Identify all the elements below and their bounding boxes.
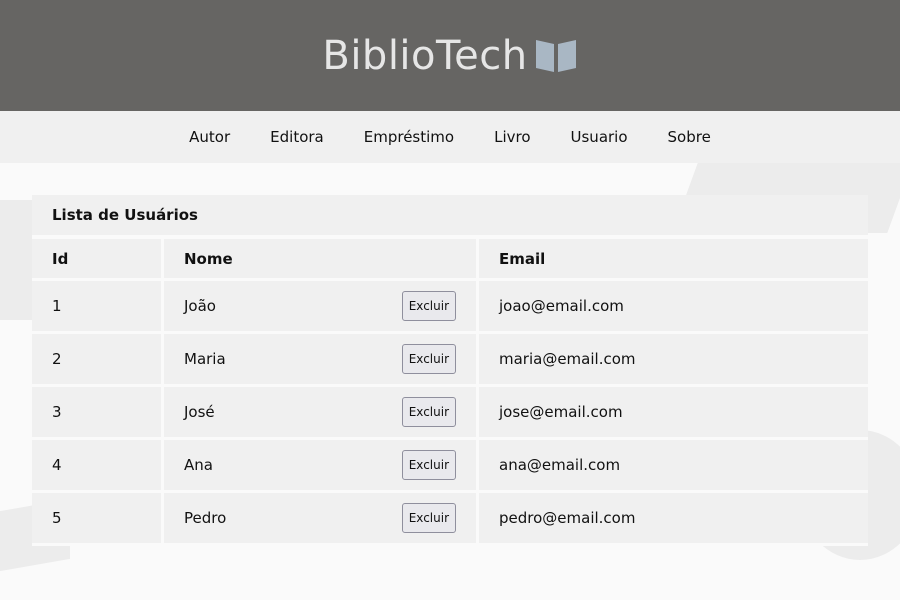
cell-id: 5 [32, 493, 164, 546]
open-book-icon [535, 39, 576, 72]
table-header-row: Id Nome Email [32, 239, 868, 281]
main-nav: Autor Editora Empréstimo Livro Usuario S… [0, 111, 900, 163]
nav-item-livro[interactable]: Livro [474, 128, 550, 146]
delete-button[interactable]: Excluir [401, 344, 456, 374]
table-row: 4 Ana Excluir ana@email.com [32, 440, 868, 493]
cell-nome: José Excluir [164, 387, 479, 440]
user-name: Maria [184, 350, 226, 368]
delete-button[interactable]: Excluir [401, 291, 456, 321]
header-bar: BiblioTech [0, 0, 900, 111]
cell-id: 2 [32, 334, 164, 387]
card-title: Lista de Usuários [32, 195, 868, 235]
logo[interactable]: BiblioTech [322, 33, 577, 79]
table-row: 1 João Excluir joao@email.com [32, 281, 868, 334]
nav-item-autor[interactable]: Autor [169, 128, 250, 146]
nav-item-sobre[interactable]: Sobre [648, 128, 731, 146]
cell-email: pedro@email.com [479, 493, 868, 546]
cell-email: jose@email.com [479, 387, 868, 440]
user-name: Ana [184, 456, 213, 474]
user-name: Pedro [184, 509, 227, 527]
cell-id: 4 [32, 440, 164, 493]
column-header-email: Email [479, 239, 868, 281]
cell-id: 3 [32, 387, 164, 440]
column-header-id: Id [32, 239, 164, 281]
logo-text: BiblioTech [322, 32, 528, 79]
delete-button[interactable]: Excluir [401, 450, 456, 480]
users-table: Id Nome Email 1 João Excluir joao@email.… [32, 239, 868, 546]
nav-item-usuario[interactable]: Usuario [551, 128, 648, 146]
delete-button[interactable]: Excluir [401, 503, 456, 533]
nav-item-emprestimo[interactable]: Empréstimo [344, 128, 474, 146]
cell-email: maria@email.com [479, 334, 868, 387]
table-row: 3 José Excluir jose@email.com [32, 387, 868, 440]
cell-nome: João Excluir [164, 281, 479, 334]
users-card: Lista de Usuários Id Nome Email 1 João E… [32, 195, 868, 546]
table-row: 2 Maria Excluir maria@email.com [32, 334, 868, 387]
cell-nome: Pedro Excluir [164, 493, 479, 546]
table-row: 5 Pedro Excluir pedro@email.com [32, 493, 868, 546]
user-name: José [184, 403, 215, 421]
nav-item-editora[interactable]: Editora [250, 128, 344, 146]
cell-email: ana@email.com [479, 440, 868, 493]
user-name: João [184, 297, 216, 315]
cell-nome: Ana Excluir [164, 440, 479, 493]
cell-email: joao@email.com [479, 281, 868, 334]
cell-nome: Maria Excluir [164, 334, 479, 387]
cell-id: 1 [32, 281, 164, 334]
background-shape [0, 200, 34, 320]
delete-button[interactable]: Excluir [401, 397, 456, 427]
column-header-nome: Nome [164, 239, 479, 281]
